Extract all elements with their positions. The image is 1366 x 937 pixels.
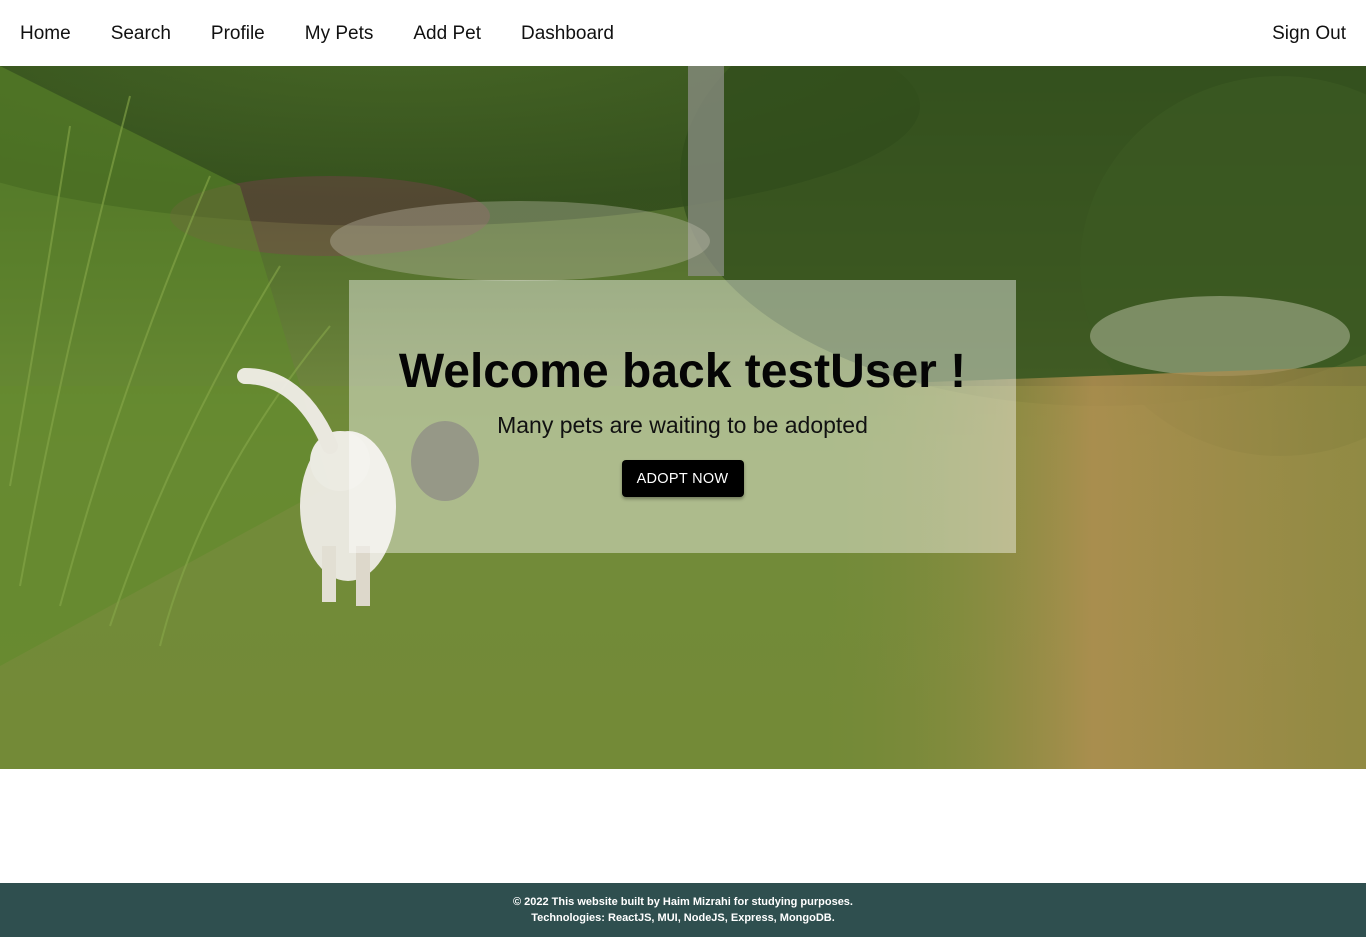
welcome-subtitle: Many pets are waiting to be adopted [497,411,868,438]
nav-link-add-pet[interactable]: Add Pet [413,24,481,43]
footer-technologies: Technologies: ReactJS, MUI, NodeJS, Expr… [531,912,835,924]
hero-section: Welcome back testUser ! Many pets are wa… [0,66,1366,769]
nav-link-home[interactable]: Home [20,24,71,43]
nav-links: Home Search Profile My Pets Add Pet Dash… [20,24,654,43]
nav-link-dashboard[interactable]: Dashboard [521,24,614,43]
nav-link-search[interactable]: Search [111,24,171,43]
footer-copyright: © 2022 This website built by Haim Mizrah… [512,896,853,908]
adopt-now-button[interactable]: ADOPT NOW [621,460,744,498]
welcome-card: Welcome back testUser ! Many pets are wa… [349,280,1016,553]
welcome-title: Welcome back testUser ! [398,345,967,398]
top-navbar: Home Search Profile My Pets Add Pet Dash… [0,0,1366,66]
nav-link-my-pets[interactable]: My Pets [305,24,374,43]
sign-out-link[interactable]: Sign Out [1272,24,1346,43]
nav-link-profile[interactable]: Profile [211,24,265,43]
footer: © 2022 This website built by Haim Mizrah… [0,883,1366,937]
